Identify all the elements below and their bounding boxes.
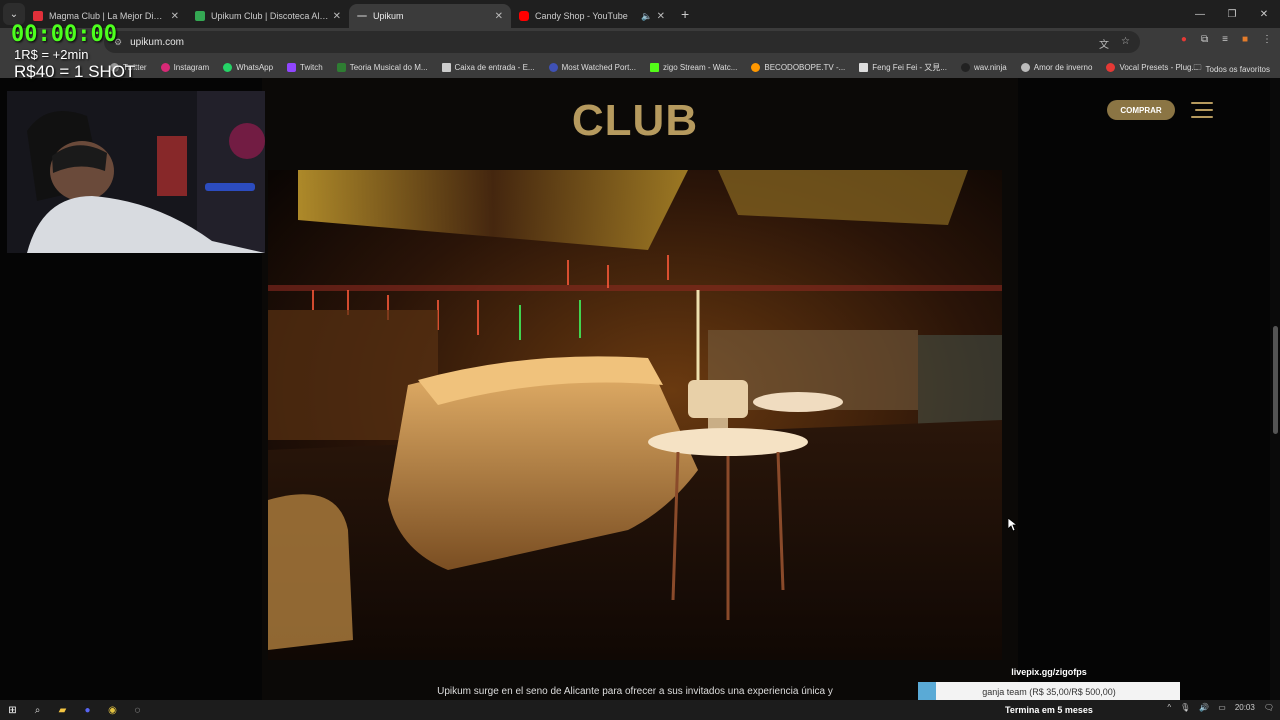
stream-rate-time: 1R$ = +2min	[14, 47, 89, 62]
club-interior-photo	[268, 170, 1002, 660]
scrollbar-thumb[interactable]	[1273, 326, 1278, 434]
folder-icon: 🗀	[1193, 63, 1202, 72]
bookmark-label: Twitch	[300, 62, 323, 72]
bookmark-favicon	[859, 62, 869, 72]
bookmark-item[interactable]: WhatsApp	[223, 62, 274, 72]
window-controls: — ❐ ✕	[1184, 0, 1280, 28]
bookmark-item[interactable]: Caixa de entrada - E...	[441, 62, 535, 72]
livepix-link: livepix.gg/zigofps	[1011, 667, 1087, 677]
bookmark-favicon	[960, 62, 970, 72]
stream-rate-shot: R$40 = 1 SHOT	[14, 62, 136, 81]
more-menu-icon[interactable]: ⋮	[1262, 34, 1272, 45]
tab-favicon	[195, 11, 205, 21]
tab-title: Magma Club | La Mejor Discoteca	[49, 11, 167, 21]
bookmark-favicon	[548, 62, 558, 72]
bookmark-label: Most Watched Port...	[561, 62, 636, 72]
bookmark-favicon	[336, 62, 346, 72]
bookmark-label: WhatsApp	[236, 62, 274, 72]
bookmark-label: Instagram	[173, 62, 210, 72]
tab-strip: ⌄ Magma Club | La Mejor Discoteca ✕ Upik…	[0, 0, 1280, 28]
microphone-icon[interactable]: 🎙	[1180, 703, 1190, 712]
browser-toolbar: ⚙ upikum.com ⽂ ☆ ● ⧉ ≡ ■ ⋮	[0, 28, 1280, 56]
tab-favicon	[519, 11, 529, 21]
all-bookmarks-label: Todos os favoritos	[1205, 64, 1270, 74]
bookmark-label: Feng Fei Fei - 又見...	[872, 62, 947, 72]
discord-icon[interactable]: ●	[75, 705, 100, 716]
new-tab-button[interactable]: +	[681, 6, 689, 22]
bookmark-item[interactable]: BECODOBOPE.TV -...	[751, 62, 846, 72]
bookmark-favicon	[649, 62, 659, 72]
tab-upikum-club[interactable]: Upikum Club | Discoteca Alicante ✕	[187, 4, 349, 28]
bookmark-favicon	[441, 62, 451, 72]
address-bar[interactable]: ⚙ upikum.com ⽂ ☆	[104, 31, 1140, 53]
bookmark-item[interactable]: Twitch	[287, 62, 323, 72]
buy-button[interactable]: COMPRAR	[1107, 100, 1175, 120]
bookmark-label: Amor de inverno	[1033, 62, 1093, 72]
bookmark-label: Teoria Musical do M...	[349, 62, 428, 72]
speaker-icon[interactable]: 🔈	[641, 11, 652, 22]
bookmark-favicon	[751, 62, 761, 72]
taskbar-clock[interactable]: 20:03	[1235, 703, 1255, 712]
puzzle-icon[interactable]: ⧉	[1201, 34, 1208, 45]
bookmark-label: BECODOBOPE.TV -...	[764, 62, 846, 72]
restore-icon[interactable]: ❐	[1216, 0, 1248, 28]
donation-goal-deadline: Termina em 5 meses	[1005, 705, 1093, 715]
bookmark-item[interactable]: Amor de inverno	[1020, 62, 1093, 72]
all-bookmarks-folder[interactable]: 🗀 Todos os favoritos	[1194, 62, 1270, 76]
bookmark-label: wav.ninja	[973, 62, 1007, 72]
chrome-icon[interactable]: ◉	[100, 705, 125, 716]
bookmark-favicon	[1020, 62, 1030, 72]
close-icon[interactable]: ✕	[495, 11, 503, 22]
bookmark-item[interactable]: Feng Fei Fei - 又見...	[859, 62, 947, 73]
media-control-icon[interactable]: ≡	[1222, 34, 1228, 45]
extension-icon[interactable]: ●	[1181, 34, 1187, 45]
minimize-icon[interactable]: —	[1184, 0, 1216, 28]
url-text: upikum.com	[130, 36, 184, 48]
bookmark-label: Vocal Presets - Plug...	[1119, 62, 1199, 72]
tab-favicon	[357, 15, 367, 17]
system-tray: ^ 🎙 🔊 ▭ 20:03 🗨	[1167, 703, 1274, 712]
bookmarks-bar: Twitter Instagram WhatsApp Twitch Teoria…	[0, 56, 1280, 78]
bookmark-favicon	[223, 62, 233, 72]
menu-icon[interactable]	[1191, 102, 1213, 120]
file-explorer-icon[interactable]: ▰	[50, 705, 75, 716]
bookmark-item[interactable]: zigo Stream - Watc...	[649, 62, 738, 72]
donation-goal-bar: ganja team (R$ 35,00/R$ 500,00)	[918, 682, 1180, 702]
notifications-icon[interactable]: 🗨	[1264, 703, 1274, 712]
tab-title: Candy Shop - YouTube	[535, 11, 628, 21]
profile-avatar[interactable]: ■	[1242, 34, 1248, 45]
windows-start-icon[interactable]: ⊞	[0, 705, 25, 716]
bookmark-item[interactable]: Teoria Musical do M...	[336, 62, 428, 72]
webcam-overlay	[7, 91, 265, 253]
volume-icon[interactable]: 🔊	[1199, 703, 1209, 712]
close-icon[interactable]: ✕	[171, 11, 179, 22]
bookmark-star-icon[interactable]: ☆	[1121, 36, 1130, 51]
network-icon[interactable]: ▭	[1218, 703, 1226, 712]
stream-timer: 00:00:00	[11, 22, 117, 47]
close-icon[interactable]: ✕	[333, 11, 341, 22]
search-icon[interactable]: ⌕	[25, 705, 50, 716]
mouse-cursor-icon	[1008, 518, 1018, 532]
bookmark-favicon	[160, 62, 170, 72]
bookmark-item[interactable]: Most Watched Port...	[548, 62, 636, 72]
bookmark-favicon	[1106, 62, 1116, 72]
bookmark-item[interactable]: Vocal Presets - Plug...	[1106, 62, 1199, 72]
bookmark-label: Caixa de entrada - E...	[454, 62, 535, 72]
tab-youtube[interactable]: Candy Shop - YouTube 🔈 ✕	[511, 4, 673, 28]
tab-favicon	[33, 11, 43, 21]
page-scrollbar[interactable]	[1270, 78, 1280, 700]
close-icon[interactable]: ✕	[657, 11, 665, 22]
donation-goal-label: ganja team (R$ 35,00/R$ 500,00)	[982, 687, 1116, 697]
tab-title: Upikum Club | Discoteca Alicante	[211, 11, 329, 21]
bookmark-label: zigo Stream - Watc...	[662, 62, 738, 72]
bookmark-item[interactable]: wav.ninja	[960, 62, 1007, 72]
tab-upikum[interactable]: Upikum ✕	[349, 4, 511, 28]
translate-icon[interactable]: ⽂	[1099, 36, 1109, 51]
bookmark-item[interactable]: Instagram	[160, 62, 210, 72]
toolbar-extensions: ● ⧉ ≡ ■ ⋮	[1181, 34, 1272, 45]
close-window-icon[interactable]: ✕	[1248, 0, 1280, 28]
bookmark-favicon	[287, 62, 297, 72]
tab-title: Upikum	[373, 11, 404, 21]
app-icon[interactable]: ◌	[125, 705, 150, 716]
